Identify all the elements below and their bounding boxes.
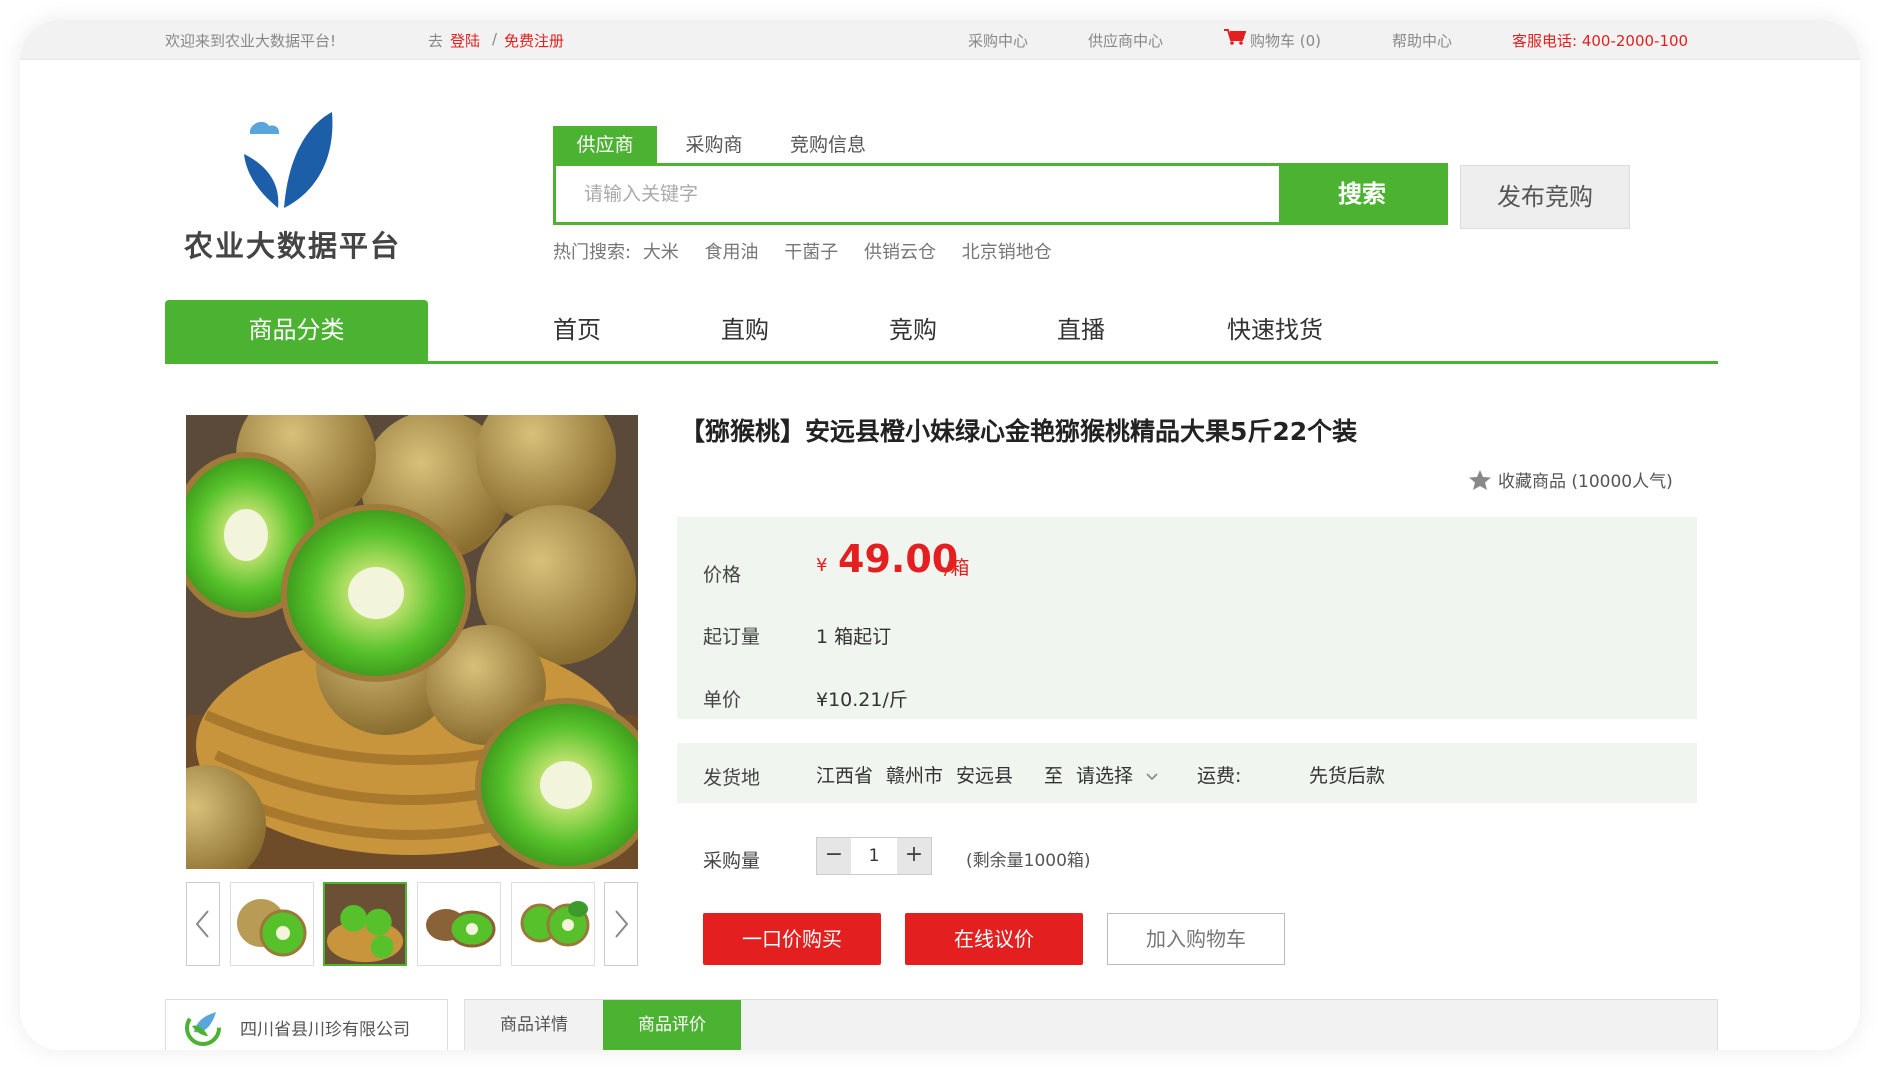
tab-buyer[interactable]: 采购商 — [675, 126, 753, 164]
slash-separator: / — [492, 30, 498, 48]
login-link[interactable]: 登陆 — [450, 30, 480, 51]
help-center-link[interactable]: 帮助中心 — [1392, 30, 1452, 51]
search-box: 搜索 — [553, 163, 1448, 225]
top-bar: 欢迎来到农业大数据平台! 去 登陆 / 免费注册 采购中心 供应商中心 购物车 … — [20, 20, 1860, 60]
hotline-text: 客服电话: 400-2000-100 — [1512, 32, 1689, 50]
hot-search: 热门搜索: 大米 食用油 干菌子 供销云仓 北京销地仓 — [553, 238, 1072, 264]
tab-bidding-info[interactable]: 竞购信息 — [780, 126, 876, 164]
destination-select-value: 请选择 — [1076, 765, 1134, 787]
chevron-right-icon — [615, 910, 629, 938]
supplier-center-link[interactable]: 供应商中心 — [1088, 30, 1163, 51]
moq-value: 1 箱起订 — [816, 626, 892, 648]
favorite-button[interactable]: 收藏商品 (10000人气) — [1468, 467, 1673, 492]
price-value: 49.00 — [838, 537, 959, 581]
shop-name: 四川省县川珍有限公司 — [240, 1020, 410, 1040]
thumb-next-button[interactable] — [604, 882, 638, 966]
quantity-input[interactable]: 1 — [851, 838, 897, 874]
tab-product-details[interactable]: 商品详情 — [465, 1000, 603, 1050]
cart-link[interactable]: 购物车 (0) — [1250, 30, 1321, 51]
hot-search-label: 热门搜索: — [553, 242, 632, 263]
go-prefix: 去 — [428, 32, 444, 50]
purchase-center-link[interactable]: 采购中心 — [968, 30, 1028, 51]
hot-term[interactable]: 大米 — [643, 242, 679, 263]
moq-label: 起订量 — [703, 626, 761, 648]
unit-price-value: ¥10.21/斤 — [816, 689, 908, 711]
ship-to-label: 至 — [1044, 765, 1064, 787]
cart-icon[interactable] — [1224, 29, 1247, 49]
ship-city[interactable]: 赣州市 — [886, 761, 943, 788]
price-currency: ¥ — [816, 555, 828, 576]
thumb-prev-button[interactable] — [186, 882, 220, 966]
nav-home[interactable]: 首页 — [553, 300, 601, 361]
remaining-stock: (剩余量1000箱) — [966, 851, 1091, 871]
product-thumbnail-active[interactable] — [323, 882, 407, 966]
publish-bid-button[interactable]: 发布竞购 — [1460, 165, 1630, 229]
product-thumbnail[interactable] — [230, 882, 314, 966]
nav-category[interactable]: 商品分类 — [165, 300, 428, 361]
leaf-logo-icon[interactable] — [242, 108, 344, 218]
quantity-increase-button[interactable]: + — [897, 838, 931, 874]
ship-province[interactable]: 江西省 — [816, 761, 873, 788]
buy-now-button[interactable]: 一口价购买 — [703, 913, 881, 965]
quantity-decrease-button[interactable]: − — [817, 838, 851, 874]
tab-product-reviews[interactable]: 商品评价 — [603, 1000, 741, 1050]
chevron-left-icon — [195, 910, 209, 938]
main-nav: 商品分类 首页 直购 竞购 直播 快速找货 — [165, 300, 1718, 364]
shop-logo-icon — [185, 1010, 221, 1046]
quantity-stepper: − 1 + — [816, 837, 932, 875]
negotiate-button[interactable]: 在线议价 — [905, 913, 1083, 965]
product-main-image[interactable] — [186, 415, 638, 869]
favorite-label: 收藏商品 (10000人气) — [1498, 472, 1673, 492]
ship-from-label: 发货地 — [703, 767, 761, 789]
page-frame: 欢迎来到农业大数据平台! 去 登陆 / 免费注册 采购中心 供应商中心 购物车 … — [20, 20, 1860, 1050]
search-button[interactable]: 搜索 — [1279, 166, 1445, 222]
star-icon — [1469, 470, 1491, 490]
hot-term[interactable]: 干菌子 — [784, 242, 838, 263]
detail-tabs: 商品详情 商品评价 — [464, 999, 1718, 1050]
chevron-down-icon — [1146, 773, 1158, 781]
hot-term[interactable]: 供销云仓 — [864, 242, 936, 263]
quantity-label: 采购量 — [703, 850, 761, 872]
nav-bidding[interactable]: 竞购 — [889, 300, 937, 361]
nav-quick-find[interactable]: 快速找货 — [1227, 300, 1323, 361]
shop-info[interactable]: 四川省县川珍有限公司 — [165, 999, 448, 1050]
product-thumbnail[interactable] — [417, 882, 501, 966]
tab-supplier[interactable]: 供应商 — [553, 126, 657, 164]
freight-label: 运费: — [1197, 765, 1242, 787]
unit-price-label: 单价 — [703, 689, 742, 711]
hot-term[interactable]: 北京销地仓 — [962, 242, 1052, 263]
search-input[interactable] — [556, 166, 1242, 222]
price-unit: /箱 — [944, 557, 970, 579]
hot-term[interactable]: 食用油 — [705, 242, 759, 263]
freight-value: 先货后款 — [1309, 765, 1386, 787]
nav-direct-buy[interactable]: 直购 — [721, 300, 769, 361]
product-title: 【猕猴桃】安远县橙小妹绿心金艳猕猴桃精品大果5斤22个装 — [680, 417, 1358, 446]
destination-select[interactable]: 请选择 — [1076, 761, 1159, 788]
product-thumbnail[interactable] — [511, 882, 595, 966]
welcome-text: 欢迎来到农业大数据平台! — [165, 32, 337, 50]
register-link[interactable]: 免费注册 — [504, 30, 564, 51]
add-to-cart-button[interactable]: 加入购物车 — [1107, 913, 1285, 965]
price-label: 价格 — [703, 564, 742, 586]
nav-live[interactable]: 直播 — [1057, 300, 1105, 361]
logo-text[interactable]: 农业大数据平台 — [184, 223, 401, 265]
ship-county[interactable]: 安远县 — [956, 761, 1013, 788]
